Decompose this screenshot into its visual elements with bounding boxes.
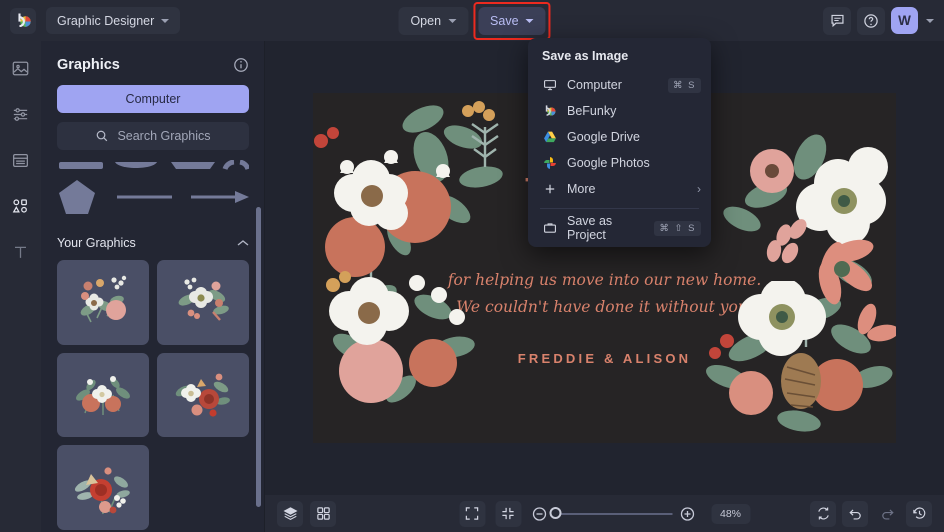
zoom-controls: 48% <box>458 500 751 527</box>
graphic-thumbnail-floral-bouquet-4[interactable] <box>157 352 249 438</box>
google-drive-icon <box>542 130 557 145</box>
shortcut-badge: ⌘ S <box>668 77 701 93</box>
main-body: Graphics Computer Search Graphics Your G… <box>0 41 944 532</box>
save-button[interactable]: Save <box>478 6 546 35</box>
graphic-thumbnail-floral-bouquet-1[interactable] <box>57 260 149 345</box>
save-menu-item-google-photos[interactable]: Google Photos <box>528 150 711 176</box>
save-menu-label: More <box>567 182 596 196</box>
save-menu-label: Save as Project <box>567 214 613 242</box>
save-menu-item-computer[interactable]: Computer ⌘ S <box>528 72 711 98</box>
zoom-slider[interactable] <box>548 507 672 519</box>
shape-row-clipped <box>57 160 249 170</box>
save-menu-item-save-as-project[interactable]: Save as Project ⌘ ⇧ S <box>528 214 711 242</box>
chat-icon[interactable] <box>823 6 851 35</box>
save-menu-item-google-drive[interactable]: Google Drive <box>528 124 711 150</box>
computer-upload-button[interactable]: Computer <box>57 85 249 113</box>
monitor-icon <box>542 78 557 93</box>
line-shape[interactable] <box>116 192 172 202</box>
befunky-icon <box>542 104 557 119</box>
panel-header: Graphics <box>41 41 265 85</box>
redo-icon[interactable] <box>874 501 900 527</box>
top-center-actions: Open Save <box>398 1 551 40</box>
save-menu-label: BeFunky <box>567 104 617 118</box>
search-input[interactable]: Search Graphics <box>57 122 249 150</box>
pentagon-shape[interactable] <box>57 178 97 216</box>
rail-item-shapes-icon[interactable] <box>8 193 34 219</box>
graphic-thumbnail-floral-bouquet-2[interactable] <box>157 260 249 345</box>
arrow-shape[interactable] <box>191 190 249 204</box>
briefcase-icon <box>542 221 557 236</box>
reset-icon[interactable] <box>810 500 836 527</box>
section-title: Your Graphics <box>57 236 136 250</box>
tool-rail <box>0 41 41 532</box>
grid-icon[interactable] <box>310 500 336 527</box>
panel-edge-divider <box>264 41 265 532</box>
befunky-logo-icon[interactable] <box>10 7 36 34</box>
fullscreen-icon[interactable] <box>458 500 485 527</box>
search-icon <box>95 129 109 143</box>
page-title: Graphics <box>57 57 120 73</box>
graphic-thumbnail-floral-bouquet-5[interactable] <box>57 445 149 530</box>
chevron-down-icon <box>161 18 170 23</box>
your-graphics-grid <box>57 260 249 438</box>
top-bar: Graphic Designer Open Save W <box>0 0 944 41</box>
menu-divider <box>540 208 699 209</box>
bottom-right-tools <box>810 500 932 527</box>
graphics-panel: Graphics Computer Search Graphics Your G… <box>41 41 265 532</box>
info-circle-icon[interactable] <box>233 57 249 73</box>
save-menu-title: Save as Image <box>542 49 629 63</box>
chevron-right-icon: › <box>697 182 701 196</box>
your-graphics-section-header[interactable]: Your Graphics <box>57 236 249 250</box>
chevron-down-icon <box>525 18 534 23</box>
app-root: Graphic Designer Open Save W Save as Ima… <box>0 0 944 532</box>
zoom-slider-group <box>531 506 695 522</box>
rail-item-sliders-icon[interactable] <box>8 101 34 127</box>
floral-decoration-bottom-right <box>706 281 896 432</box>
card-signature: FREDDIE & ALISON <box>517 351 692 367</box>
save-menu-label: Google Photos <box>567 156 650 170</box>
save-label: Save <box>490 13 519 28</box>
layers-icon[interactable] <box>277 500 303 527</box>
zoom-slider-handle[interactable] <box>548 507 561 519</box>
shape-row <box>57 178 249 216</box>
bottom-left-tools <box>277 500 336 527</box>
zoom-in-icon[interactable] <box>679 506 695 522</box>
project-mode-selector[interactable]: Graphic Designer <box>46 7 181 34</box>
floral-decoration-bottom-left <box>326 271 475 403</box>
zoom-level-value[interactable]: 48% <box>710 503 751 524</box>
save-menu-item-befunky[interactable]: BeFunky <box>528 98 711 124</box>
panel-scrollbar[interactable] <box>256 207 261 507</box>
fit-to-screen-icon[interactable] <box>494 500 521 527</box>
save-menu-item-more[interactable]: More › <box>528 176 711 202</box>
search-placeholder: Search Graphics <box>117 129 211 143</box>
save-dropdown-menu: Save as Image Computer ⌘ S BeFunky Googl… <box>528 38 711 247</box>
rail-item-layout-icon[interactable] <box>8 147 34 173</box>
shortcut-badge: ⌘ ⇧ S <box>654 220 701 236</box>
save-menu-label: Google Drive <box>567 130 640 144</box>
project-mode-label: Graphic Designer <box>57 13 155 28</box>
open-button[interactable]: Open <box>398 6 469 35</box>
rail-item-image-icon[interactable] <box>8 55 34 81</box>
chevron-up-icon <box>237 239 249 247</box>
chevron-down-icon[interactable] <box>926 18 934 23</box>
plus-icon <box>542 182 557 197</box>
undo-icon[interactable] <box>842 500 868 527</box>
zoom-out-icon[interactable] <box>531 506 547 522</box>
save-menu-label: Computer <box>567 78 622 92</box>
graphic-thumbnail-floral-bouquet-3[interactable] <box>57 352 149 438</box>
chevron-down-icon <box>448 18 457 23</box>
bottom-toolbar: 48% <box>265 495 944 532</box>
history-icon[interactable] <box>906 500 932 527</box>
top-right-actions: W <box>823 6 934 35</box>
help-circle-icon[interactable] <box>857 6 885 35</box>
open-label: Open <box>410 13 442 28</box>
avatar[interactable]: W <box>891 7 918 34</box>
your-graphics-grid-row3 <box>57 445 249 530</box>
google-photos-icon <box>542 156 557 171</box>
save-button-wrapper: Save <box>473 1 551 40</box>
rail-item-text-t-icon[interactable] <box>8 239 34 265</box>
